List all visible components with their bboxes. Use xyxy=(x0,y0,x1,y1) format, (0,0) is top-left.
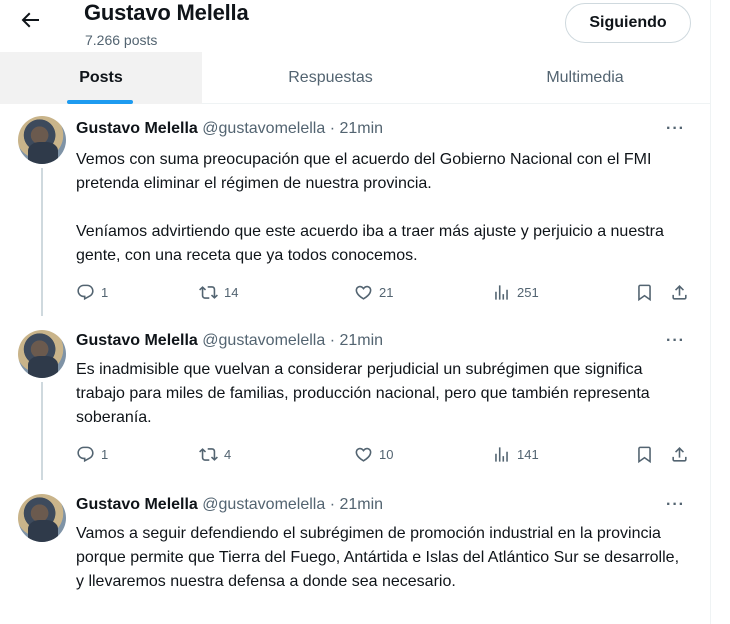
author-name[interactable]: Gustavo Melella xyxy=(76,496,198,513)
avatar[interactable] xyxy=(18,494,66,542)
bookmark-button[interactable] xyxy=(635,280,654,304)
views-button[interactable]: 141 xyxy=(492,442,539,466)
thread-line xyxy=(41,382,43,480)
tweet-header: Gustavo Melella @gustavomelella · 21min xyxy=(76,496,383,514)
reply-button[interactable]: 1 xyxy=(76,442,108,466)
tweet-paragraph: Es inadmisible que vuelvan a considerar … xyxy=(76,361,650,426)
comment-icon xyxy=(77,284,94,300)
tab-respuestas[interactable]: Respuestas xyxy=(202,52,459,104)
share-icon xyxy=(672,284,687,300)
profile-name: Gustavo Melella xyxy=(84,0,249,25)
bookmark-icon xyxy=(638,446,651,463)
repost-button[interactable]: 14 xyxy=(199,280,238,304)
tweet[interactable]: Gustavo Melella @gustavomelella · 21min … xyxy=(0,316,711,480)
bookmark-icon xyxy=(638,284,651,301)
back-button[interactable] xyxy=(18,8,46,36)
tweet-text: Vamos a seguir defendiendo el subrégimen… xyxy=(76,522,691,594)
bookmark-button[interactable] xyxy=(635,442,654,466)
tweet-actions: 1 14 21 251 xyxy=(76,280,696,304)
tab-label: Posts xyxy=(79,69,123,86)
thread-line xyxy=(41,168,43,316)
timeline-column: Gustavo Melella 7.266 posts Siguiendo Po… xyxy=(0,0,711,624)
avatar[interactable] xyxy=(18,330,66,378)
like-count: 10 xyxy=(379,446,394,462)
arrow-left-icon xyxy=(21,12,39,28)
repost-icon xyxy=(199,447,218,461)
tweet[interactable]: Gustavo Melella @gustavomelella · 21min … xyxy=(0,480,711,624)
author-meta[interactable]: @gustavomelella · 21min xyxy=(202,496,383,513)
repost-count: 4 xyxy=(224,446,232,462)
views-count: 141 xyxy=(517,446,539,462)
author-name[interactable]: Gustavo Melella xyxy=(76,120,198,137)
tweet-paragraph: Vamos a seguir defendiendo el subrégimen… xyxy=(76,525,680,590)
tweet-text: Vemos con suma preocupación que el acuer… xyxy=(76,148,691,268)
reply-count: 1 xyxy=(101,446,109,462)
tab-posts[interactable]: Posts xyxy=(0,52,202,104)
views-count: 251 xyxy=(517,284,539,300)
more-options-icon[interactable]: ··· xyxy=(666,120,685,138)
heart-icon xyxy=(355,285,372,300)
author-meta[interactable]: @gustavomelella · 21min xyxy=(202,120,383,137)
tweet-header: Gustavo Melella @gustavomelella · 21min xyxy=(76,120,383,138)
bar-chart-icon xyxy=(495,446,508,462)
like-button[interactable]: 21 xyxy=(354,280,393,304)
tweet[interactable]: Gustavo Melella @gustavomelella · 21min … xyxy=(0,104,711,316)
profile-tabs: Posts Respuestas Multimedia xyxy=(0,52,711,104)
tweet-header: Gustavo Melella @gustavomelella · 21min xyxy=(76,332,383,350)
share-button[interactable] xyxy=(670,280,689,304)
tab-label: Multimedia xyxy=(546,69,624,86)
reply-button[interactable]: 1 xyxy=(76,280,108,304)
more-options-icon[interactable]: ··· xyxy=(666,496,685,514)
share-icon xyxy=(672,446,687,462)
following-button[interactable]: Siguiendo xyxy=(565,3,691,43)
author-meta[interactable]: @gustavomelella · 21min xyxy=(202,332,383,349)
like-count: 21 xyxy=(379,284,394,300)
share-button[interactable] xyxy=(670,442,689,466)
tweet-actions: 1 4 10 141 xyxy=(76,442,696,466)
like-button[interactable]: 10 xyxy=(354,442,393,466)
tweet-paragraph: Vemos con suma preocupación que el acuer… xyxy=(76,151,652,192)
more-options-icon[interactable]: ··· xyxy=(666,332,685,350)
heart-icon xyxy=(355,447,372,462)
bar-chart-icon xyxy=(495,284,508,300)
reply-count: 1 xyxy=(101,284,109,300)
tweet-paragraph: Veníamos advirtiendo que este acuerdo ib… xyxy=(76,223,664,264)
posts-count: 7.266 posts xyxy=(85,32,158,48)
comment-icon xyxy=(77,446,94,462)
tweet-text: Es inadmisible que vuelvan a considerar … xyxy=(76,358,691,430)
profile-header: Gustavo Melella 7.266 posts Siguiendo Po… xyxy=(0,0,711,104)
repost-button[interactable]: 4 xyxy=(199,442,231,466)
tab-multimedia[interactable]: Multimedia xyxy=(459,52,711,104)
repost-count: 14 xyxy=(224,284,239,300)
avatar[interactable] xyxy=(18,116,66,164)
repost-icon xyxy=(199,285,218,299)
tab-label: Respuestas xyxy=(288,69,373,86)
author-name[interactable]: Gustavo Melella xyxy=(76,332,198,349)
views-button[interactable]: 251 xyxy=(492,280,539,304)
